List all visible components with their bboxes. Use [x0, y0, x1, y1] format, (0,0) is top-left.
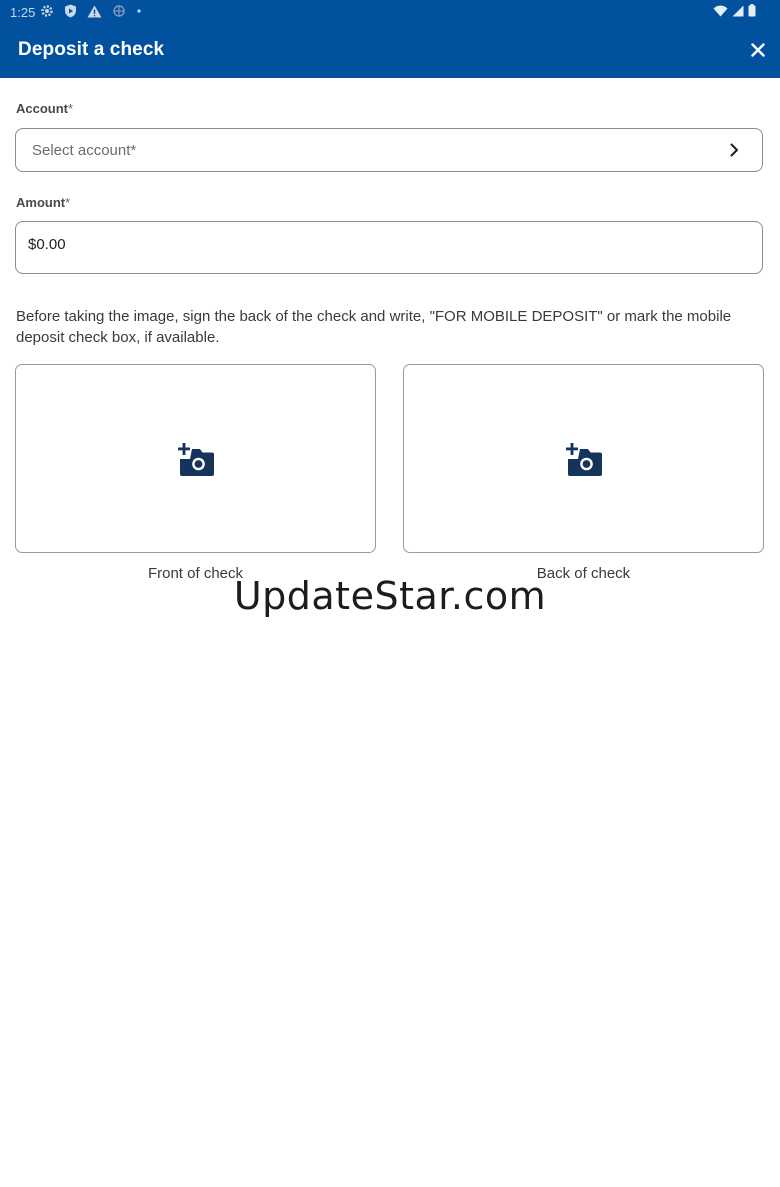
amount-label: Amount* — [16, 195, 70, 210]
wifi-icon — [713, 5, 728, 20]
account-label-text: Account — [16, 101, 68, 116]
status-time: 1:25 — [10, 5, 36, 20]
shield-play-icon — [64, 4, 77, 18]
back-of-check-capture[interactable] — [403, 364, 764, 553]
cellular-icon — [732, 5, 744, 20]
watermark: UpdateStar.com — [233, 574, 547, 618]
network-icon — [112, 4, 126, 18]
close-icon — [751, 43, 765, 57]
add-camera-icon — [178, 443, 214, 476]
status-icons-left — [40, 4, 142, 18]
amount-label-text: Amount — [16, 195, 66, 210]
account-select[interactable]: Select account* — [15, 128, 763, 172]
amount-input[interactable] — [28, 236, 728, 253]
amount-field[interactable] — [15, 221, 763, 274]
status-icons-right — [713, 4, 756, 20]
amount-required-mark: * — [65, 195, 71, 210]
chevron-right-icon — [730, 143, 738, 157]
front-of-check-capture[interactable] — [15, 364, 376, 553]
dot-icon — [136, 8, 142, 14]
gear-icon — [40, 4, 54, 18]
account-label: Account* — [16, 101, 73, 116]
status-bar: 1:25 — [0, 0, 780, 26]
account-required-mark: * — [68, 101, 74, 116]
app-header: 1:25 Deposit a check — [0, 0, 780, 78]
add-camera-icon — [566, 443, 602, 476]
account-select-placeholder: Select account* — [32, 142, 137, 159]
close-button[interactable] — [746, 38, 770, 62]
deposit-instructions: Before taking the image, sign the back o… — [16, 308, 732, 346]
battery-icon — [748, 4, 756, 20]
page-title: Deposit a check — [18, 39, 165, 60]
warning-icon — [87, 5, 102, 18]
